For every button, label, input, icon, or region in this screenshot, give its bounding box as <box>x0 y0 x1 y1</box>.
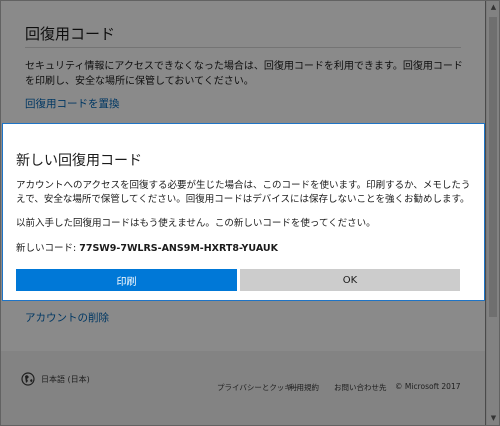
recovery-code-dialog: 新しい回復用コード アカウントへのアクセスを回復する必要が生じた場合は、このコー… <box>2 123 485 301</box>
recovery-code: 77SW9-7WLRS-ANS9M-HXRT8-YUAUK <box>79 243 278 254</box>
dialog-title: 新しい回復用コード <box>16 153 142 169</box>
code-label: 新しいコード: <box>16 243 77 254</box>
dialog-note: 以前入手した回復用コードはもう使えません。この新しいコードを使ってください。 <box>16 218 376 229</box>
code-line: 新しいコード: 77SW9-7WLRS-ANS9M-HXRT8-YUAUK <box>16 240 278 254</box>
ok-button[interactable]: OK <box>240 269 460 291</box>
print-button[interactable]: 印刷 <box>16 269 237 291</box>
dialog-body: アカウントへのアクセスを回復する必要が生じた場合は、このコードを使います。印刷す… <box>16 180 471 205</box>
